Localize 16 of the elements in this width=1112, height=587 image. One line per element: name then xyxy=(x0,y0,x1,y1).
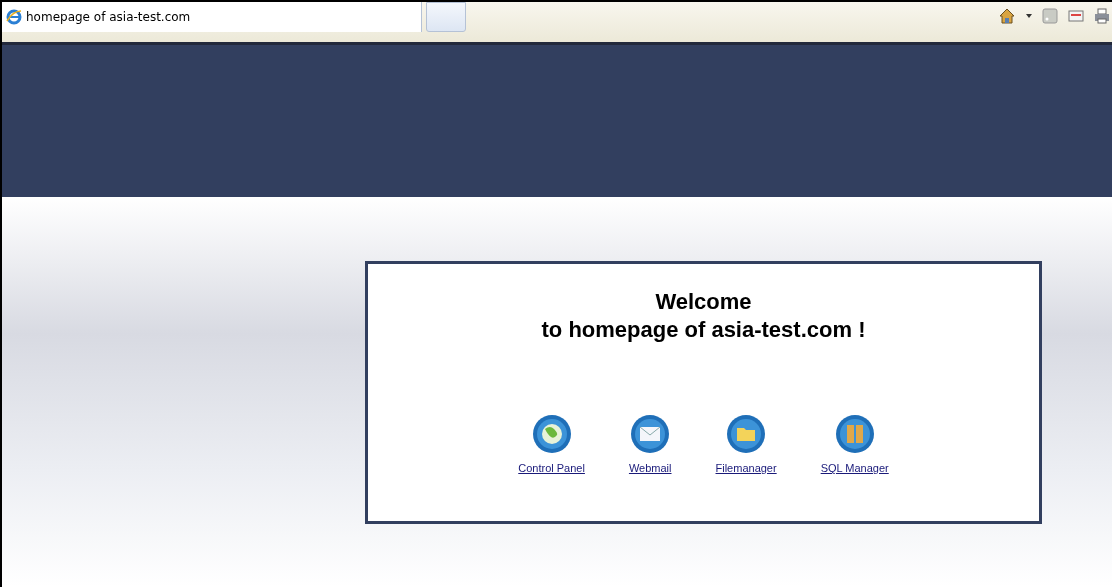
welcome-subheading: to homepage of asia-test.com ! xyxy=(541,316,866,344)
tab-title: homepage of asia-test.com xyxy=(26,10,191,24)
service-link[interactable]: Control Panel xyxy=(518,462,585,474)
service-link[interactable]: Webmail xyxy=(628,462,672,474)
server-icon[interactable] xyxy=(834,414,875,454)
dropdown-caret-icon[interactable] xyxy=(1026,14,1032,18)
welcome-heading: Welcome xyxy=(655,288,752,316)
globe-icon[interactable] xyxy=(531,414,572,454)
service-link[interactable]: SQL Manager xyxy=(820,462,889,474)
folder-icon[interactable] xyxy=(726,414,767,454)
browser-tab[interactable]: homepage of asia-test.com xyxy=(2,2,422,32)
envelope-icon[interactable] xyxy=(630,414,671,454)
browser-logo-icon xyxy=(6,9,22,25)
service-link[interactable]: Filemanager xyxy=(715,462,777,474)
home-icon[interactable] xyxy=(998,7,1016,25)
printer-icon[interactable] xyxy=(1094,8,1110,24)
